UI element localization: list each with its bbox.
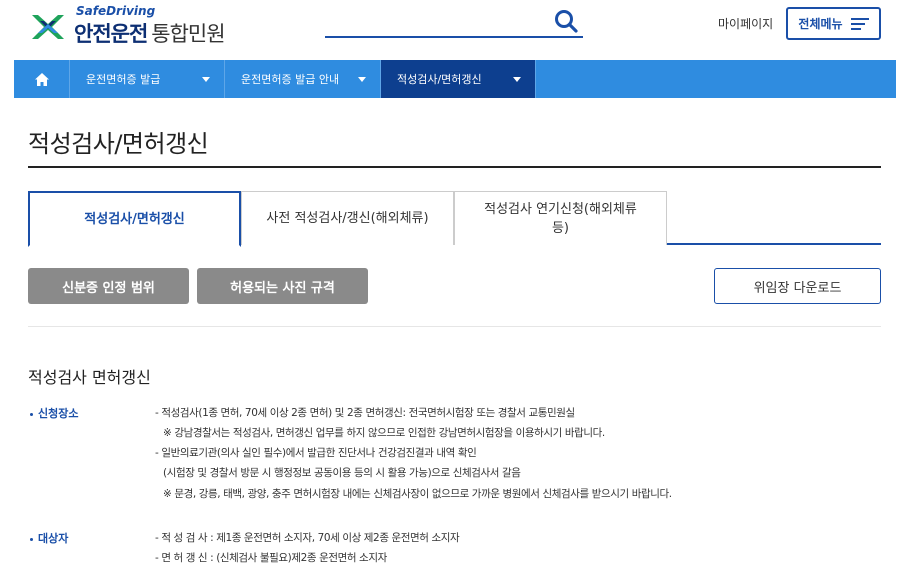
- caret-down-icon: [358, 77, 366, 82]
- site-logo[interactable]: SafeDriving 안전운전 통합민원: [28, 4, 226, 48]
- caret-down-icon: [202, 77, 210, 82]
- logo-korean-sub: 통합민원: [151, 22, 225, 46]
- proxy-download-button[interactable]: 위임장 다운로드: [714, 268, 881, 304]
- section-title: 적성검사 면허갱신: [28, 368, 151, 387]
- logo-english: SafeDriving: [76, 4, 156, 18]
- title-divider: [28, 166, 881, 168]
- tab-label: 적성검사 연기신청(해외체류 등): [484, 201, 637, 236]
- place-line: ※ 문경, 강릉, 태백, 광양, 충주 면허시험장 내에는 신체검사장이 없으…: [163, 488, 672, 500]
- target-label-text: 대상자: [38, 532, 69, 545]
- all-menu-button[interactable]: 전체메뉴: [786, 7, 881, 40]
- place-line: - 일반의료기관(의사 실인 필수)에서 발급한 진단서나 건강검진결과 내역 …: [155, 447, 477, 459]
- place-label-text: 신청장소: [38, 407, 79, 420]
- target-label: 대상자: [30, 530, 68, 546]
- target-line: - 면 허 갱 신 : (신체검사 불필요)제2종 운전면허 소지자: [155, 552, 387, 564]
- section-divider: [28, 326, 881, 327]
- mypage-link[interactable]: 마이페이지: [718, 15, 773, 32]
- logo-mark-icon: [28, 11, 68, 43]
- nav-item-license-issue[interactable]: 운전면허증 발급: [70, 60, 225, 98]
- place-label: 신청장소: [30, 405, 78, 421]
- place-line: - 적성검사(1종 면허, 70세 이상 2종 면허) 및 2종 면허갱신: 전…: [155, 407, 575, 419]
- main-nav: 운전면허증 발급 운전면허증 발급 안내 적성검사/면허갱신: [14, 60, 896, 98]
- nav-item-label: 적성검사/면허갱신: [397, 73, 482, 86]
- page-title: 적성검사/면허갱신: [28, 130, 209, 158]
- caret-down-icon: [513, 77, 521, 82]
- logo-korean-main: 안전운전: [74, 22, 148, 46]
- nav-item-aptitude-renewal[interactable]: 적성검사/면허갱신: [381, 60, 536, 98]
- search-icon[interactable]: [553, 8, 579, 34]
- hamburger-icon: [850, 17, 869, 30]
- bullet-icon: [30, 537, 33, 541]
- nav-item-label: 운전면허증 발급: [86, 73, 161, 86]
- bullet-icon: [30, 412, 33, 416]
- home-icon: [34, 72, 49, 86]
- header: SafeDriving 안전운전 통합민원 마이페이지 전체메뉴: [0, 0, 910, 60]
- tab-postpone-overseas[interactable]: 적성검사 연기신청(해외체류 등): [454, 191, 667, 245]
- nav-item-label: 운전면허증 발급 안내: [241, 73, 340, 86]
- photo-spec-button[interactable]: 허용되는 사진 규격: [197, 268, 368, 304]
- logo-text: SafeDriving 안전운전 통합민원: [74, 4, 226, 48]
- logo-korean: 안전운전 통합민원: [74, 18, 226, 48]
- tab-pre-aptitude-overseas[interactable]: 사전 적성검사/갱신(해외체류): [241, 191, 454, 245]
- tab-bar: 적성검사/면허갱신 사전 적성검사/갱신(해외체류) 적성검사 연기신청(해외체…: [28, 191, 881, 247]
- target-line: - 적 성 검 사 : 제1종 운전면허 소지자, 70세 이상 제2종 운전면…: [155, 532, 460, 544]
- search-bar: [325, 8, 583, 38]
- search-input[interactable]: [325, 8, 545, 34]
- tab-aptitude-renewal[interactable]: 적성검사/면허갱신: [28, 191, 241, 247]
- tab-label: 적성검사/면허갱신: [84, 211, 185, 227]
- id-scope-button[interactable]: 신분증 인정 범위: [28, 268, 189, 304]
- place-line: (시험장 및 경찰서 방문 시 행정정보 공동이용 등의 시 활용 가능)으로 …: [163, 467, 521, 479]
- nav-home[interactable]: [14, 60, 70, 98]
- nav-item-license-guide[interactable]: 운전면허증 발급 안내: [225, 60, 381, 98]
- all-menu-label: 전체메뉴: [798, 17, 843, 31]
- tab-label: 사전 적성검사/갱신(해외체류): [266, 211, 429, 226]
- place-line: ※ 강남경찰서는 적성검사, 면허갱신 업무를 하지 않으므로 인접한 강남면허…: [163, 427, 605, 439]
